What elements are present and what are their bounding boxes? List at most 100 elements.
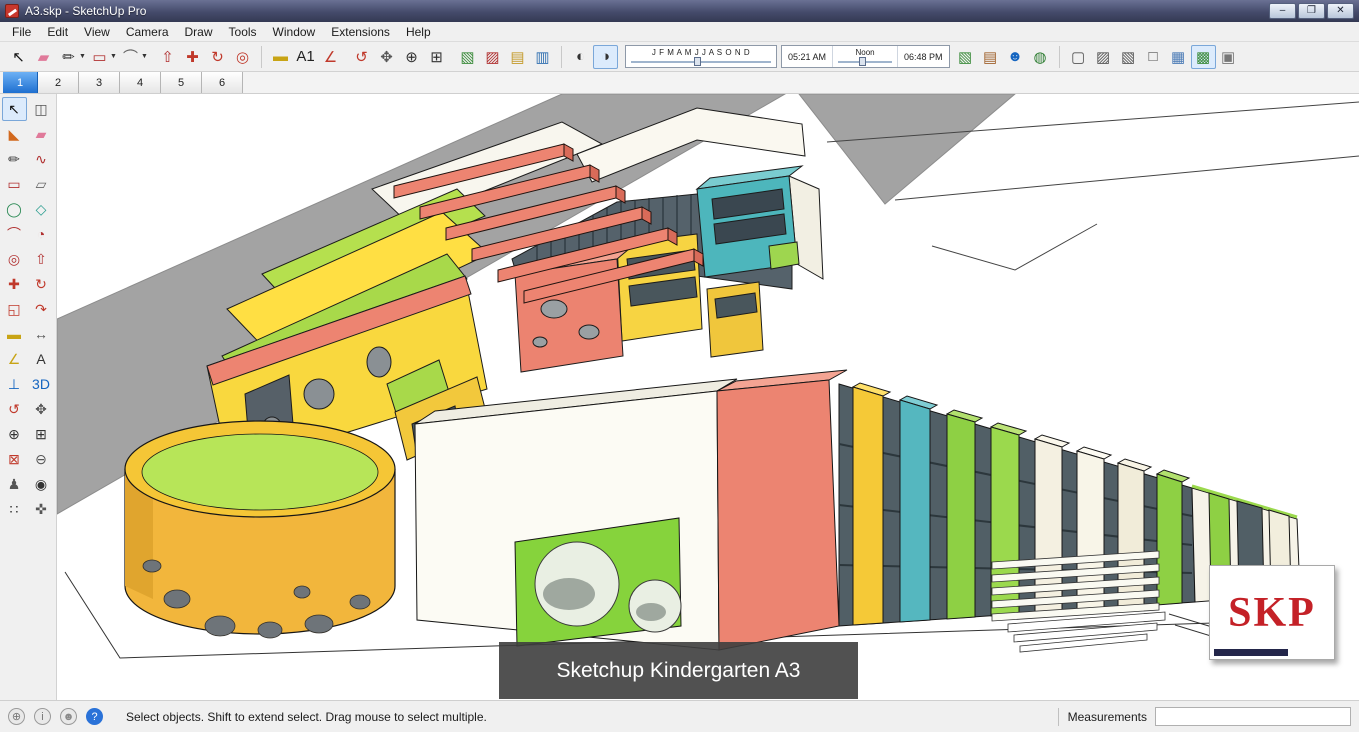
make-component-icon[interactable]: ◫ (29, 97, 54, 121)
sunset-time-field[interactable]: 06:48 PM (897, 46, 949, 67)
shape-dropdown-icon[interactable]: ▼ (109, 45, 118, 69)
eraser-icon[interactable]: ▰ (31, 45, 56, 69)
photo-match-icon[interactable]: ▨ (480, 45, 505, 69)
push-pull-icon[interactable]: ⇧ (155, 45, 180, 69)
pie-tool-icon[interactable]: ◔ (29, 222, 54, 246)
toggle-shadows-icon[interactable]: ◑ (593, 44, 618, 69)
rotated-rectangle-icon[interactable]: ▱ (29, 172, 54, 196)
rectangle-tool-icon[interactable]: ▭ (2, 172, 27, 196)
model-info-icon[interactable]: ▥ (530, 45, 555, 69)
geo-location-icon[interactable]: ⊕ (8, 708, 25, 725)
draw-tools-group: ↖ ▰ ✏ ▼ ▭ ▼ ⌒ ▼ (3, 45, 152, 69)
menu-window[interactable]: Window (265, 23, 324, 41)
rotate-icon[interactable]: ↻ (205, 45, 230, 69)
dimension-tool-icon[interactable]: ↔ (29, 322, 54, 346)
menu-view[interactable]: View (76, 23, 118, 41)
add-location-icon[interactable]: ◍ (1028, 45, 1053, 69)
texture-projection-icon[interactable]: ▤ (505, 45, 530, 69)
kindergarten-model-canvas[interactable] (57, 94, 1359, 700)
close-button[interactable]: ✕ (1327, 3, 1354, 19)
pan-icon[interactable]: ✥ (374, 45, 399, 69)
follow-me-tool-icon[interactable]: ↷ (29, 297, 54, 321)
shadow-date-handle[interactable] (693, 57, 701, 66)
circle-tool-icon[interactable]: ◯ (2, 197, 27, 221)
x-ray-icon[interactable]: ▢ (1066, 45, 1091, 69)
walk-tool-icon[interactable]: ∷ (2, 497, 27, 521)
arc-tool-icon[interactable]: ⌒ (2, 222, 27, 246)
hidden-line-icon[interactable]: □ (1141, 45, 1166, 69)
maximize-button[interactable]: ❐ (1298, 3, 1325, 19)
wireframe-icon[interactable]: ▧ (1116, 45, 1141, 69)
help-icon[interactable]: ? (86, 708, 103, 725)
orbit-tool-icon[interactable]: ↺ (2, 397, 27, 421)
tape-measure-icon[interactable]: ▬ (268, 45, 293, 69)
move-icon[interactable]: ✚ (180, 45, 205, 69)
position-camera-tool-icon[interactable]: ♟ (2, 472, 27, 496)
add-terrain-icon[interactable]: ▤ (978, 45, 1003, 69)
line-dropdown-icon[interactable]: ▼ (78, 45, 87, 69)
shadow-time-handle[interactable] (858, 57, 866, 66)
eraser-tool-icon[interactable]: ▰ (29, 122, 54, 146)
zoom-window-icon[interactable]: ⊞ (424, 45, 449, 69)
offset-tool-icon[interactable]: ◎ (2, 247, 27, 271)
orbit-icon[interactable]: ↺ (349, 45, 374, 69)
minimize-button[interactable]: – (1269, 3, 1296, 19)
menu-draw[interactable]: Draw (177, 23, 221, 41)
menu-file[interactable]: File (4, 23, 39, 41)
zoom-icon[interactable]: ⊕ (399, 45, 424, 69)
menu-camera[interactable]: Camera (118, 23, 177, 41)
menu-help[interactable]: Help (398, 23, 439, 41)
select-tool-icon[interactable]: ↖ (1, 97, 27, 121)
protractor-icon[interactable]: ∠ (318, 45, 343, 69)
paint-bucket-icon[interactable]: ◣ (2, 122, 27, 146)
back-edges-icon[interactable]: ▨ (1091, 45, 1116, 69)
scene-tab-3[interactable]: 3 (79, 72, 120, 93)
scene-tab-1[interactable]: 1 (3, 72, 38, 93)
monochrome-icon[interactable]: ▣ (1216, 45, 1241, 69)
add-person-icon[interactable]: ☻ (1003, 45, 1028, 69)
3d-text-tool-icon[interactable]: 3D (29, 372, 54, 396)
shadow-settings-icon[interactable]: ◐ (568, 45, 593, 69)
menu-edit[interactable]: Edit (39, 23, 76, 41)
text-tool-icon[interactable]: A (29, 347, 54, 371)
scene-tab-2[interactable]: 2 (38, 72, 79, 93)
rotate-tool-icon[interactable]: ↻ (29, 272, 54, 296)
push-pull-tool-icon[interactable]: ⇧ (29, 247, 54, 271)
menu-extensions[interactable]: Extensions (323, 23, 398, 41)
shaded-icon[interactable]: ▦ (1166, 45, 1191, 69)
line-tool-icon[interactable]: ✏ (2, 147, 27, 171)
scale-tool-icon[interactable]: ◱ (2, 297, 27, 321)
scene-tab-5[interactable]: 5 (161, 72, 202, 93)
location-tools-group: ▧ ▤ ☻ ◍ (950, 45, 1056, 69)
model-viewport[interactable]: Sketchup Kindergarten A3 SKP (57, 94, 1359, 700)
get-current-view-icon[interactable]: ▧ (455, 45, 480, 69)
look-around-tool-icon[interactable]: ◉ (29, 472, 54, 496)
offset-icon[interactable]: ◎ (230, 45, 255, 69)
polygon-tool-icon[interactable]: ◇ (29, 197, 54, 221)
zoom-tool-icon[interactable]: ⊕ (2, 422, 27, 446)
arc-dropdown-icon[interactable]: ▼ (140, 45, 149, 69)
zoom-window-tool-icon[interactable]: ⊞ (29, 422, 54, 446)
credits-icon[interactable]: i (34, 708, 51, 725)
protractor-tool-icon[interactable]: ∠ (2, 347, 27, 371)
section-plane-tool-icon[interactable]: ✜ (29, 497, 54, 521)
skp-logo-text: SKP (1228, 589, 1316, 636)
shaded-textures-icon[interactable]: ▩ (1190, 44, 1216, 69)
move-tool-icon[interactable]: ✚ (2, 272, 27, 296)
freehand-tool-icon[interactable]: ∿ (29, 147, 54, 171)
zoom-extents-tool-icon[interactable]: ⊠ (2, 447, 27, 471)
tape-measure-tool-icon[interactable]: ▬ (2, 322, 27, 346)
pan-tool-icon[interactable]: ✥ (29, 397, 54, 421)
measurements-input[interactable] (1155, 707, 1351, 726)
add-building-icon[interactable]: ▧ (953, 45, 978, 69)
scene-tab-6[interactable]: 6 (202, 72, 243, 93)
select-icon[interactable]: ↖ (6, 45, 31, 69)
axes-tool-icon[interactable]: ⊥ (2, 372, 27, 396)
user-icon[interactable]: ☻ (60, 708, 77, 725)
scene-tab-4[interactable]: 4 (120, 72, 161, 93)
zoom-previous-tool-icon[interactable]: ⊖ (29, 447, 54, 471)
menu-tools[interactable]: Tools (221, 23, 265, 41)
toolbar-separator (1058, 45, 1060, 68)
sunrise-time-field[interactable]: 05:21 AM (782, 46, 834, 67)
text-icon[interactable]: A1 (293, 45, 318, 69)
